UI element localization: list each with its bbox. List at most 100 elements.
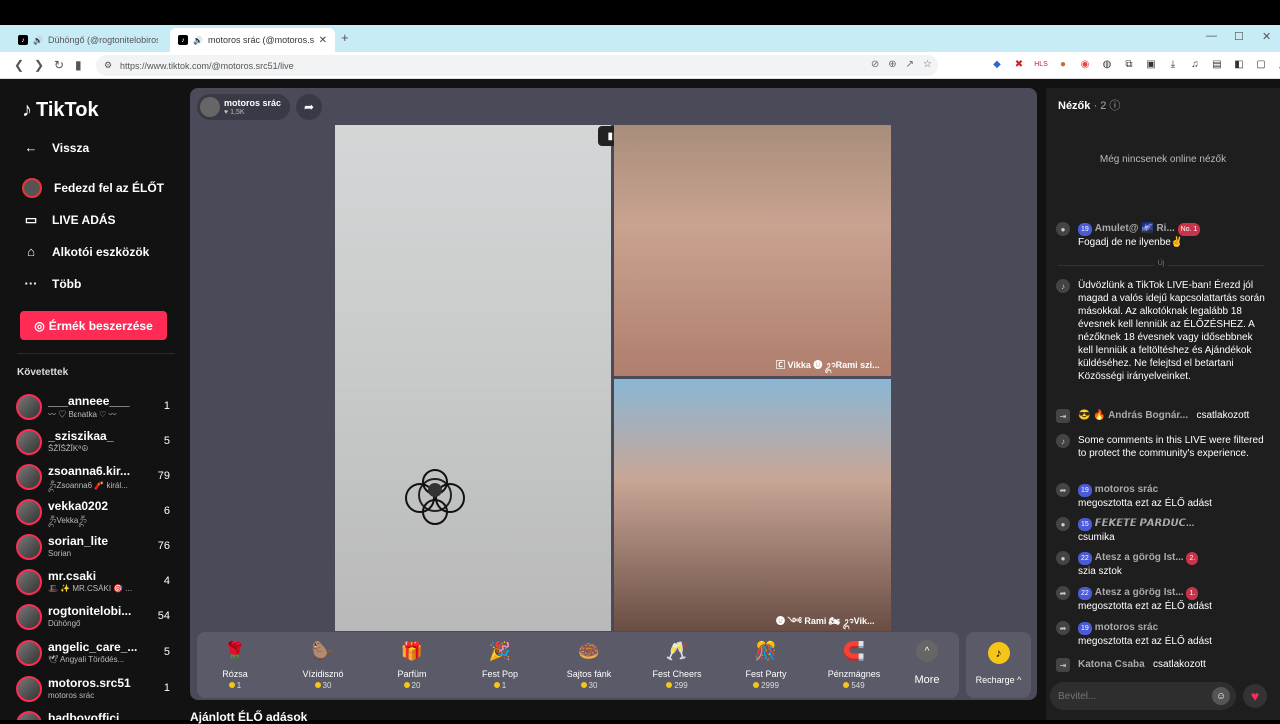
like-heart-icon[interactable]: ♥ xyxy=(1243,684,1267,708)
chat-user[interactable]: Atesz a görög Ist... xyxy=(1095,552,1184,563)
new-tab-icon[interactable]: + xyxy=(341,30,349,45)
sidebar-item-label: LIVE ADÁS xyxy=(52,213,116,227)
gift-item[interactable]: 🧲 Pénzmágnes 549 xyxy=(812,632,896,698)
sidebar-item-explore-live[interactable]: Fedezd fel az ÉLŐT xyxy=(22,178,164,198)
info-icon[interactable]: ⓘ xyxy=(1109,100,1120,112)
leo-icon[interactable]: △ xyxy=(1276,57,1280,71)
wallet-icon[interactable]: ▢ xyxy=(1254,57,1268,71)
following-item[interactable]: sorian_lite Sorian 76 xyxy=(16,532,176,562)
chat-user[interactable]: Katona Csaba xyxy=(1078,659,1145,670)
reading-list-icon[interactable]: ▤ xyxy=(1210,57,1224,71)
minimize-icon[interactable]: — xyxy=(1206,30,1217,42)
guest-video-bottom[interactable]: 🅤 ༺ Rami 🏍 ᬊVik... xyxy=(614,379,891,631)
chat-user[interactable]: motoros srác xyxy=(1095,622,1158,633)
rank-badge: 1. xyxy=(1186,587,1199,600)
browser-tab-inactive[interactable]: ♪ 🔊 Dühöngő (@rogtonitelobirosag) xyxy=(10,28,166,52)
star-icon[interactable]: ☆ xyxy=(923,59,932,70)
browser-tab-active[interactable]: ♪ 🔊 motoros srác (@motoros.src51) ✕ xyxy=(170,28,335,52)
gift-price-value: 30 xyxy=(588,681,598,690)
mute-site-icon[interactable]: ⊘ xyxy=(871,59,879,70)
site-info-icon[interactable]: ⚙ xyxy=(104,60,112,71)
maximize-icon[interactable]: ☐ xyxy=(1234,30,1244,43)
host-info[interactable]: motoros srác ♥ 1,5K xyxy=(197,94,290,120)
translate-icon[interactable]: ◆ xyxy=(990,57,1004,71)
get-coins-button[interactable]: ◎ Érmék beszerzése xyxy=(20,311,167,340)
following-item[interactable]: mr.csaki 🎩 ✨ MR.CSÁKI 🎯 ... 4 xyxy=(16,567,176,597)
guest-video-top[interactable]: 🄲 Vikka 🅤 ᬊRami szi... xyxy=(614,125,891,376)
media-icon[interactable]: ▣ xyxy=(1144,57,1158,71)
extension-x-icon[interactable]: ✖ xyxy=(1012,57,1026,71)
url-field[interactable]: ⚙ https://www.tiktok.com/@motoros.src51/… xyxy=(96,55,938,76)
share-arrow-icon: ➦ xyxy=(303,100,315,114)
address-toolbar: ❮ ❯ ↻ ▮ ⚙ https://www.tiktok.com/@motoro… xyxy=(0,52,1280,123)
gift-item[interactable]: 🎊 Fest Party 2999 xyxy=(724,632,808,698)
speaker-icon: 🔊 xyxy=(33,35,43,45)
bookmark-icon[interactable]: ▮ xyxy=(75,58,82,72)
viewers-header[interactable]: Nézők · 2 ⓘ xyxy=(1058,97,1120,113)
avatar xyxy=(16,534,42,560)
following-item[interactable]: rogtonitelobi... Dühöngő 54 xyxy=(16,602,176,632)
gift-item[interactable]: 🎁 Parfüm 20 xyxy=(370,632,454,698)
chat-message: ➦ 22 Atesz a görög Ist... 1. megosztotta e… xyxy=(1056,586,1266,613)
host-video[interactable] xyxy=(335,125,611,631)
following-item[interactable]: zsoanna6.kir... ᬊᬁZsoanna6 🧨 királ... 79 xyxy=(16,462,176,492)
chat-input[interactable] xyxy=(1058,688,1208,704)
more-label: More xyxy=(914,674,940,686)
record-icon[interactable]: ◉ xyxy=(1078,57,1092,71)
chat-user[interactable]: 😎 🔥 András Bognár... xyxy=(1078,410,1188,421)
close-window-icon[interactable]: ✕ xyxy=(1262,30,1271,43)
gift-item[interactable]: 🎉 Fest Pop 1 xyxy=(458,632,542,698)
vpn-icon[interactable]: ◍ xyxy=(1100,57,1114,71)
share-live-button[interactable]: ➦ xyxy=(296,94,322,120)
sidebar-toggle-icon[interactable]: ◧ xyxy=(1232,57,1246,71)
following-item[interactable]: _sziszikaa_ ŠŽĪŠŽĪKª☮ 5 xyxy=(16,427,176,457)
following-item[interactable]: angelic_care_... 🕊 Angyali Törődés... 5 xyxy=(16,638,176,668)
zoom-icon[interactable]: ⊕ xyxy=(888,59,896,70)
gift-item[interactable]: 🍩 Sajtos fánk 30 xyxy=(547,632,631,698)
color-picker-icon[interactable]: ● xyxy=(1056,57,1070,71)
back-icon[interactable]: ❮ xyxy=(14,58,24,72)
gift-item[interactable]: 🦫 Vízidisznó 30 xyxy=(281,632,365,698)
sidebar-item-creator-tools[interactable]: ⌂ Alkotói eszközök xyxy=(22,244,149,259)
chat-user[interactable]: Atesz a görög Ist... xyxy=(1095,587,1184,598)
gift-item[interactable]: 🌹 Rózsa 1 xyxy=(193,632,277,698)
divider xyxy=(17,353,175,354)
close-tab-icon[interactable]: ✕ xyxy=(319,35,327,46)
more-gifts-button[interactable]: ^ More xyxy=(907,636,947,694)
sidebar-item-back[interactable]: ← Vissza xyxy=(22,140,90,155)
viewer-count: 79 xyxy=(157,470,170,482)
following-item[interactable]: motoros.src51 motoros srác 1 xyxy=(16,674,176,704)
forward-icon[interactable]: ❯ xyxy=(34,58,44,72)
recharge-button[interactable]: ♪ Recharge ^ xyxy=(966,632,1031,698)
puzzle-icon[interactable]: ⧉ xyxy=(1122,57,1136,71)
music-icon[interactable]: ♫ xyxy=(1188,57,1202,71)
chat-user[interactable]: Amulet@ 🌌 Ri... xyxy=(1095,223,1175,234)
avatar[interactable]: ● xyxy=(1056,517,1070,531)
sidebar-item-live[interactable]: ▭ LIVE ADÁS xyxy=(22,212,116,228)
following-item[interactable]: vekka0202 ᬊᬁVekkaᬊᬁ 6 xyxy=(16,497,176,527)
following-item[interactable]: badboyoffici... xyxy=(16,709,176,720)
following-name: _sziszikaa_ xyxy=(48,429,114,443)
chat-user[interactable]: motoros srác xyxy=(1095,484,1158,495)
avatar[interactable]: ● xyxy=(1056,551,1070,565)
chat-text: csatlakozott xyxy=(1196,410,1250,421)
share-icon[interactable]: ↗ xyxy=(906,59,914,70)
tiktok-logo[interactable]: ♪ TikTok xyxy=(22,99,99,122)
chat-user[interactable]: 𝙁𝙀𝙆𝙀𝙏𝙀 𝙋𝘼𝙍𝘿𝙐𝘾... xyxy=(1095,518,1195,529)
creator-tools-icon: ⌂ xyxy=(27,244,35,259)
following-item[interactable]: ___anneee___ 〰 ♡ Bεnatka ♡ 〰 1 xyxy=(16,392,176,422)
share-icon: ➦ xyxy=(1056,621,1070,635)
reload-icon[interactable]: ↻ xyxy=(54,58,64,72)
host-avatar xyxy=(200,97,220,117)
avatar[interactable]: ● xyxy=(1056,222,1070,236)
emoji-icon[interactable]: ☺ xyxy=(1212,687,1230,705)
sidebar-item-label: Vissza xyxy=(52,140,90,155)
hls-icon[interactable]: HLS xyxy=(1034,57,1048,71)
sidebar-item-more[interactable]: ··· Több xyxy=(22,276,82,291)
viewer-count: 1 xyxy=(163,682,170,694)
download-icon[interactable]: ⤓ xyxy=(1166,57,1180,71)
following-name: vekka0202 xyxy=(48,499,109,513)
gift-item[interactable]: 🥂 Fest Cheers 299 xyxy=(635,632,719,698)
viewer-count: 76 xyxy=(157,540,170,552)
share-icon: ➦ xyxy=(1056,586,1070,600)
